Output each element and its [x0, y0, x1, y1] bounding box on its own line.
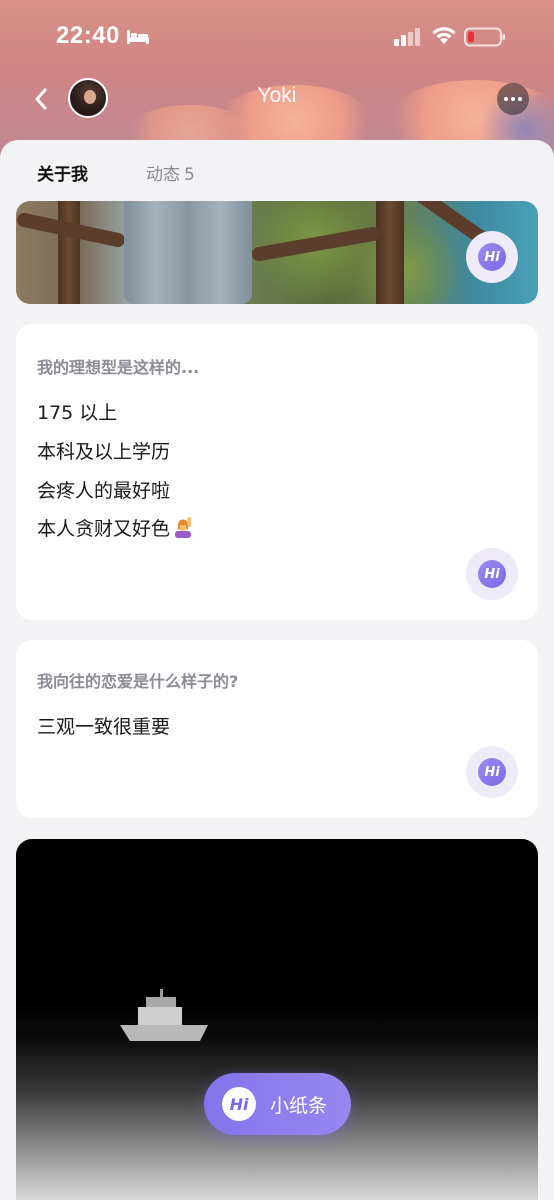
answer-line: 三观一致很重要: [37, 716, 171, 738]
answer-line: 本人贪财又好色: [37, 518, 171, 540]
question-card: 我向往的恋爱是什么样子的? 三观一致很重要 Hi: [16, 640, 538, 818]
answer-line: 会疼人的最好啦: [37, 480, 171, 502]
wifi-icon: [432, 27, 456, 44]
profile-content: 关于我 动态 5 Hi 我的理想型是这样的... 175 以上 本科及以上学历 会…: [0, 140, 554, 1200]
status-time: 22:40: [56, 22, 120, 49]
bed-icon: [127, 30, 149, 44]
cellular-signal-icon: [394, 28, 420, 46]
send-note-label: 小纸条: [270, 1094, 328, 1117]
hi-icon: Hi: [478, 560, 506, 588]
question-text: 我向往的恋爱是什么样子的?: [37, 672, 239, 691]
send-note-button[interactable]: Hi 小纸条: [204, 1073, 351, 1135]
person-raising-hand-emoji: [175, 517, 192, 538]
tab-moments-count: 5: [184, 165, 195, 185]
answer-line: 175 以上: [37, 402, 118, 424]
answer-line-with-emoji: 本人贪财又好色: [37, 514, 194, 541]
battery-low-icon: [464, 27, 505, 47]
profile-tabs: 关于我 动态 5: [0, 140, 554, 200]
profile-photo[interactable]: Hi: [16, 201, 538, 304]
hi-icon: Hi: [478, 243, 506, 271]
tab-moments[interactable]: 动态 5: [146, 160, 195, 185]
hi-icon: Hi: [478, 758, 506, 786]
question-card: 我的理想型是这样的... 175 以上 本科及以上学历 会疼人的最好啦 本人贪财…: [16, 324, 538, 620]
hi-icon: Hi: [222, 1087, 256, 1121]
media-card[interactable]: [16, 839, 538, 1200]
tab-about-me[interactable]: 关于我: [37, 160, 88, 185]
status-bar: 22:40: [0, 0, 554, 72]
more-button[interactable]: [497, 83, 529, 115]
page-title: Yoki: [257, 84, 297, 107]
hi-greet-button[interactable]: Hi: [466, 548, 518, 600]
question-text: 我的理想型是这样的...: [37, 358, 200, 377]
photo-subject: [124, 201, 252, 304]
nav-bar: Yoki: [0, 72, 554, 124]
answer-line: 本科及以上学历: [37, 441, 171, 463]
boat-silhouette: [120, 989, 208, 1041]
more-dots-icon: [504, 97, 508, 101]
hi-greet-button[interactable]: Hi: [466, 746, 518, 798]
hi-greet-button[interactable]: Hi: [466, 231, 518, 283]
tab-moments-label: 动态: [146, 165, 180, 185]
